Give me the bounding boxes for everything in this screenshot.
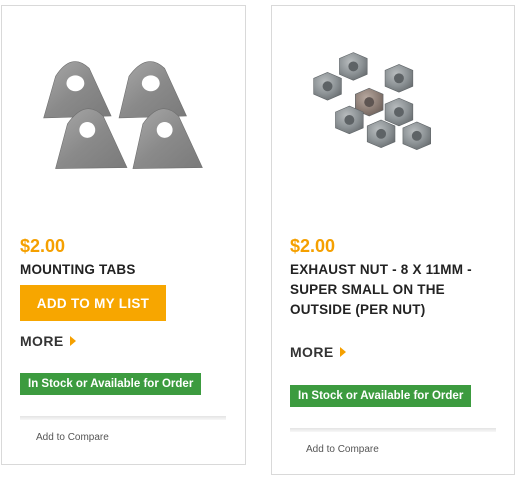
- divider: [290, 428, 496, 432]
- product-card: $2.00 MOUNTING TABS ADD TO MY LIST MORE …: [1, 5, 246, 465]
- product-card: $2.00 EXHAUST NUT - 8 X 11MM - SUPER SMA…: [271, 5, 515, 475]
- nut-shape: [339, 52, 368, 81]
- product-price: $2.00: [290, 236, 336, 256]
- nut-shape: [384, 64, 414, 93]
- nut-shape: [384, 97, 414, 127]
- product-image[interactable]: [272, 6, 514, 226]
- add-to-list-button[interactable]: ADD TO MY LIST: [20, 285, 166, 321]
- more-link[interactable]: MORE: [290, 344, 346, 360]
- more-link[interactable]: MORE: [20, 333, 76, 349]
- product-title[interactable]: EXHAUST NUT - 8 X 11MM - SUPER SMALL ON …: [290, 260, 495, 320]
- product-image[interactable]: [2, 6, 245, 226]
- stock-badge: In Stock or Available for Order: [20, 373, 202, 395]
- divider: [20, 416, 226, 420]
- nut-shape: [335, 105, 364, 135]
- nut-shape: [313, 72, 342, 101]
- mounting-tab-shape: [118, 61, 187, 119]
- mounting-tab-shape: [132, 108, 203, 169]
- add-to-compare-link[interactable]: Add to Compare: [306, 444, 379, 455]
- nut-shape: [402, 121, 431, 151]
- more-label: MORE: [20, 333, 64, 349]
- more-label: MORE: [290, 344, 334, 360]
- nut-shape: [366, 119, 396, 149]
- stock-badge: In Stock or Available for Order: [290, 385, 472, 407]
- mounting-tab-shape: [55, 108, 128, 169]
- product-price: $2.00: [20, 236, 66, 256]
- add-to-compare-link[interactable]: Add to Compare: [36, 432, 109, 443]
- caret-right-icon: [339, 347, 346, 357]
- mounting-tab-shape: [43, 61, 112, 119]
- product-title[interactable]: MOUNTING TABS: [20, 260, 225, 280]
- caret-right-icon: [69, 336, 76, 346]
